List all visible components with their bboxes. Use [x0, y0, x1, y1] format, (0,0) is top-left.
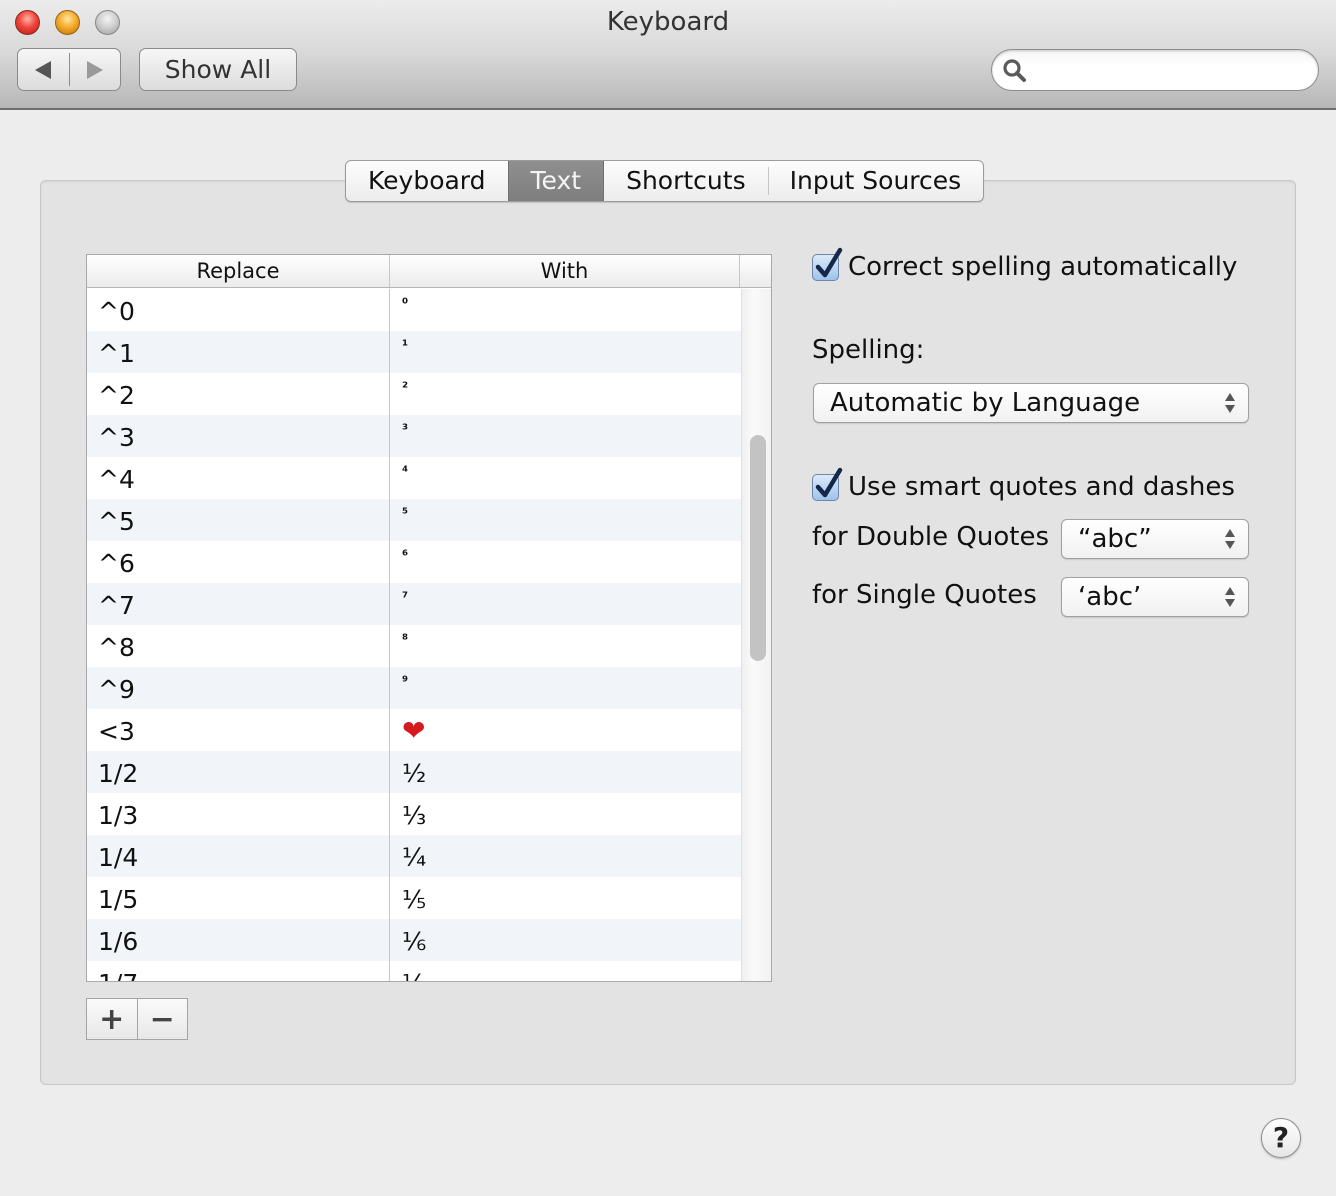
with-cell[interactable]: ⁰ — [390, 289, 741, 331]
with-cell[interactable]: ³ — [390, 415, 741, 457]
replace-cell[interactable]: <3 — [87, 709, 390, 751]
spelling-language-popup[interactable]: Automatic by Language — [813, 383, 1249, 423]
replace-cell[interactable]: ^6 — [87, 541, 390, 583]
replace-cell[interactable]: ^4 — [87, 457, 390, 499]
replace-cell[interactable]: 1/5 — [87, 877, 390, 919]
table-row[interactable]: ^2 ² — [87, 373, 741, 415]
replace-cell[interactable]: 1/3 — [87, 793, 390, 835]
double-quotes-value: “abc” — [1078, 524, 1152, 554]
updown-arrows-icon — [1225, 529, 1235, 549]
table-row[interactable]: ^8 ⁸ — [87, 625, 741, 667]
replace-cell[interactable]: ^1 — [87, 331, 390, 373]
table-row[interactable]: <3 ❤ — [87, 709, 741, 751]
table-row[interactable]: ^5 ⁵ — [87, 499, 741, 541]
table-row[interactable]: 1/2 ½ — [87, 751, 741, 793]
with-cell[interactable]: ⁷ — [390, 583, 741, 625]
add-replacement-button[interactable]: + — [87, 999, 138, 1039]
tab-shortcuts[interactable]: Shortcuts — [604, 161, 768, 201]
window-title: Keyboard — [606, 7, 730, 37]
chevron-right-icon — [86, 60, 103, 79]
column-header-with[interactable]: With — [390, 255, 740, 287]
scrollbar-thumb[interactable] — [750, 435, 766, 661]
forward-button[interactable] — [70, 49, 121, 90]
correct-spelling-checkbox[interactable] — [812, 247, 843, 281]
replace-cell[interactable]: 1/2 — [87, 751, 390, 793]
table-row[interactable]: ^9 ⁹ — [87, 667, 741, 709]
search-input[interactable] — [1036, 55, 1306, 85]
with-cell[interactable]: ⁹ — [390, 667, 741, 709]
with-cell[interactable]: ⅓ — [390, 793, 741, 835]
updown-arrows-icon — [1225, 393, 1235, 413]
search-field[interactable] — [991, 49, 1319, 91]
back-forward-control — [17, 48, 121, 91]
checkmark-icon — [815, 247, 843, 277]
with-cell[interactable]: ¹ — [390, 331, 741, 373]
chevron-left-icon — [35, 60, 52, 79]
tab-bar: Keyboard Text Shortcuts Input Sources — [345, 160, 985, 202]
search-icon — [1003, 59, 1026, 82]
replace-cell[interactable]: ^8 — [87, 625, 390, 667]
single-quotes-value: ‘abc’ — [1078, 582, 1142, 612]
smart-quotes-label: Use smart quotes and dashes — [848, 472, 1235, 502]
correct-spelling-label: Correct spelling automatically — [848, 252, 1238, 282]
spelling-language-value: Automatic by Language — [830, 388, 1141, 418]
table-row[interactable]: ^1 ¹ — [87, 331, 741, 373]
column-header-filler — [740, 255, 771, 287]
tab-input-sources[interactable]: Input Sources — [767, 161, 984, 201]
table-row[interactable]: 1/6 ⅙ — [87, 919, 741, 961]
table-row[interactable]: ^6 ⁶ — [87, 541, 741, 583]
remove-replacement-button[interactable]: − — [138, 999, 188, 1039]
tab-keyboard[interactable]: Keyboard — [346, 161, 508, 201]
table-header: Replace With — [87, 255, 771, 288]
with-cell[interactable]: ² — [390, 373, 741, 415]
show-all-button[interactable]: Show All — [139, 48, 297, 91]
table-rows: ^0 ⁰ ^1 ¹ ^2 ² ^3 ³ ^4 ⁴ ^5 ⁵ ^6 ⁶ ^7 ⁷ ^8 ⁸ ^9 ⁹ <3 ❤ 1/2 ½ 1/3… — [87, 289, 741, 981]
with-cell[interactable]: ½ — [390, 751, 741, 793]
table-row[interactable]: ^7 ⁷ — [87, 583, 741, 625]
replace-cell[interactable]: ^9 — [87, 667, 390, 709]
replace-cell[interactable]: ^2 — [87, 373, 390, 415]
single-quotes-label: for Single Quotes — [812, 580, 1037, 610]
replace-cell[interactable]: ^3 — [87, 415, 390, 457]
heart-emoji-cell[interactable]: ❤ — [390, 709, 741, 751]
with-cell[interactable]: ¼ — [390, 835, 741, 877]
replace-cell[interactable]: ^0 — [87, 289, 390, 331]
column-header-replace[interactable]: Replace — [87, 255, 390, 287]
table-row[interactable]: ^3 ³ — [87, 415, 741, 457]
text-replacement-table: Replace With ^0 ⁰ ^1 ¹ ^2 ² ^3 ³ ^4 ⁴ ^5 ⁵ ^6 ⁶ ^7 ⁷ ^8 ⁸… — [86, 254, 772, 982]
smart-quotes-option[interactable]: Use smart quotes and dashes — [812, 467, 1235, 502]
replace-cell[interactable]: 1/7 — [87, 961, 390, 981]
smart-quotes-checkbox[interactable] — [812, 467, 843, 501]
table-row[interactable]: 1/3 ⅓ — [87, 793, 741, 835]
table-row[interactable]: 1/4 ¼ — [87, 835, 741, 877]
window-toolbar: Keyboard Show All — [0, 0, 1336, 110]
with-cell[interactable]: ⅕ — [390, 877, 741, 919]
replace-cell[interactable]: 1/6 — [87, 919, 390, 961]
vertical-scrollbar[interactable] — [741, 289, 771, 981]
double-quotes-popup[interactable]: “abc” — [1061, 519, 1249, 559]
help-button[interactable]: ? — [1261, 1118, 1301, 1158]
table-row[interactable]: 1/5 ⅕ — [87, 877, 741, 919]
correct-spelling-option[interactable]: Correct spelling automatically — [812, 247, 1238, 282]
with-cell[interactable]: ⅙ — [390, 919, 741, 961]
single-quotes-popup[interactable]: ‘abc’ — [1061, 577, 1249, 617]
with-cell[interactable]: ⁵ — [390, 499, 741, 541]
with-cell[interactable]: ⅐ — [390, 961, 741, 981]
replace-cell[interactable]: 1/4 — [87, 835, 390, 877]
back-button[interactable] — [18, 53, 70, 86]
with-cell[interactable]: ⁶ — [390, 541, 741, 583]
table-row[interactable]: ^0 ⁰ — [87, 289, 741, 331]
with-cell[interactable]: ⁴ — [390, 457, 741, 499]
table-row[interactable]: 1/7⅐ — [87, 961, 741, 981]
add-remove-control: + − — [86, 998, 188, 1040]
with-cell[interactable]: ⁸ — [390, 625, 741, 667]
updown-arrows-icon — [1225, 587, 1235, 607]
checkmark-icon — [815, 467, 843, 497]
replace-cell[interactable]: ^5 — [87, 499, 390, 541]
double-quotes-label: for Double Quotes — [812, 522, 1049, 552]
table-row[interactable]: ^4 ⁴ — [87, 457, 741, 499]
spelling-label: Spelling: — [812, 335, 925, 365]
replace-cell[interactable]: ^7 — [87, 583, 390, 625]
tab-text[interactable]: Text — [507, 161, 605, 201]
